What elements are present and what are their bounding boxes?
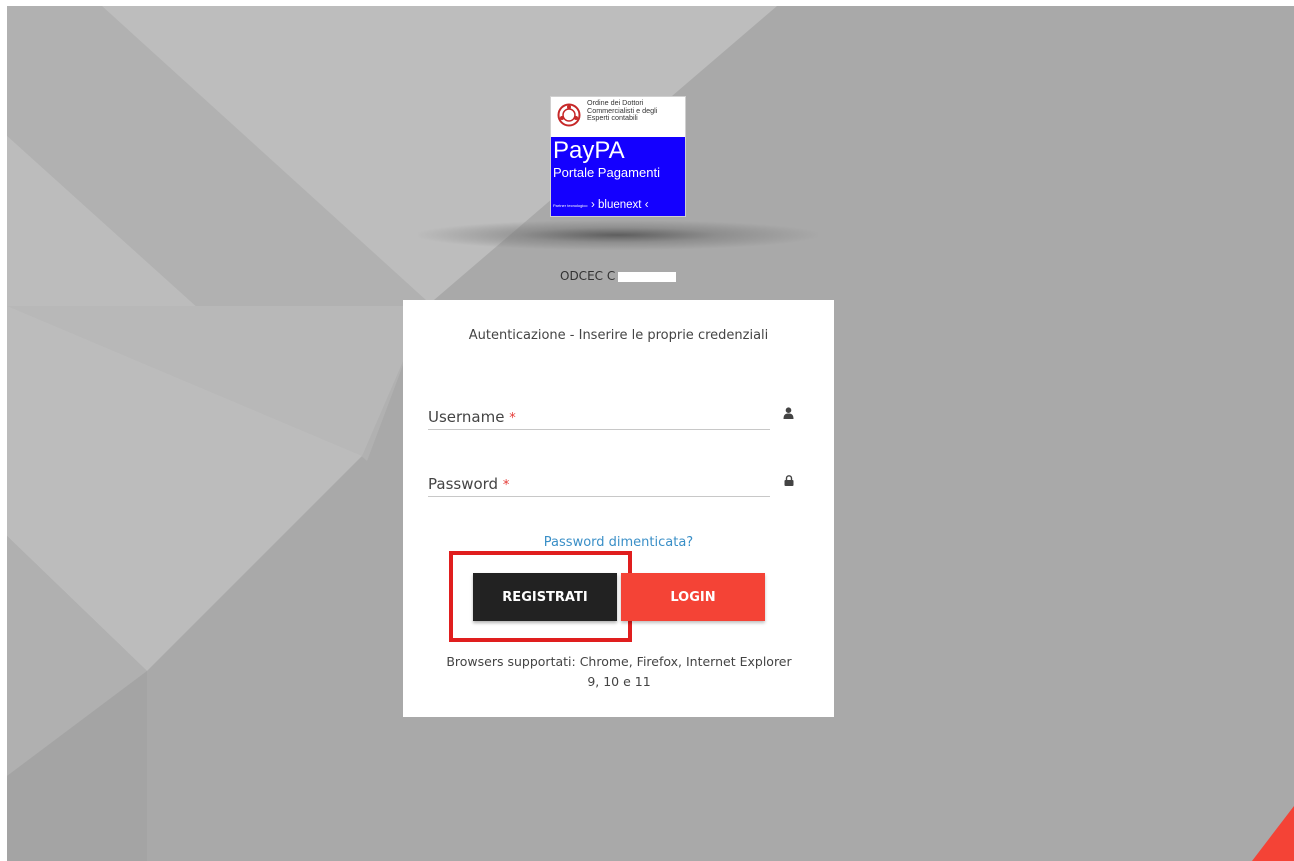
odcec-emblem-icon	[557, 103, 581, 127]
user-icon	[783, 404, 794, 423]
register-button[interactable]: REGISTRATI	[473, 573, 617, 621]
logo-partner-name: › bluenext ‹	[591, 199, 649, 211]
password-field[interactable]: Password *	[428, 470, 770, 497]
redaction-mark	[618, 271, 677, 282]
login-button[interactable]: LOGIN	[621, 573, 765, 621]
logo-partner-label: Partner tecnologico	[553, 203, 588, 208]
logo-subtitle: Portale Pagamenti	[553, 165, 660, 180]
forgot-password-link[interactable]: Password dimenticata?	[403, 535, 834, 550]
lock-icon	[784, 471, 794, 490]
logo-brand-name: PayPA	[553, 137, 625, 164]
username-field[interactable]: Username *	[428, 402, 770, 430]
logo-org-text: Ordine dei Dottori Commercialisti e degl…	[587, 98, 658, 123]
logo-shadow	[418, 220, 818, 250]
login-title: Autenticazione - Inserire le proprie cre…	[468, 328, 769, 343]
login-card: Autenticazione - Inserire le proprie cre…	[403, 300, 834, 717]
supported-browsers-note: Browsers supportati: Chrome, Firefox, In…	[446, 654, 792, 689]
paypa-logo: Ordine dei Dottori Commercialisti e degl…	[550, 96, 686, 217]
password-input[interactable]	[428, 470, 770, 496]
username-input[interactable]	[428, 403, 770, 429]
logo-brand-panel: PayPA Portale Pagamenti Partner tecnolog…	[551, 137, 685, 216]
page-background: Ordine dei Dottori Commercialisti e degl…	[7, 6, 1294, 861]
organization-name: ODCEC C	[560, 269, 677, 283]
